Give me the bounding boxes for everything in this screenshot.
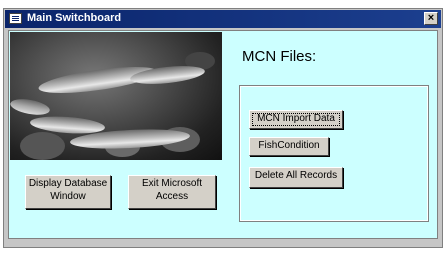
window-title: Main Switchboard [27, 12, 122, 24]
form-icon [9, 13, 22, 24]
fish-condition-label: FishCondition [258, 140, 320, 151]
delete-all-records-label: Delete All Records [254, 170, 338, 181]
exit-microsoft-access-button[interactable]: Exit Microsoft Access [128, 175, 216, 209]
display-database-window-label: Display Database Window [28, 178, 108, 202]
exit-microsoft-access-label: Exit Microsoft Access [141, 178, 202, 202]
title-bar[interactable]: Main Switchboard × [5, 10, 441, 28]
delete-all-records-button[interactable]: Delete All Records [249, 167, 343, 188]
mcn-files-heading: MCN Files: [242, 48, 317, 65]
fish-photo [10, 32, 222, 160]
mcn-import-data-button[interactable]: MCN Import Data [249, 110, 343, 129]
fish-condition-button[interactable]: FishCondition [249, 137, 329, 156]
mcn-import-data-label: MCN Import Data [257, 113, 335, 124]
switchboard-window: Main Switchboard × Display Database Wind… [3, 8, 443, 248]
close-button[interactable]: × [424, 12, 438, 25]
switchboard-form: Display Database Window Exit Microsoft A… [8, 30, 438, 239]
display-database-window-button[interactable]: Display Database Window [25, 175, 111, 209]
